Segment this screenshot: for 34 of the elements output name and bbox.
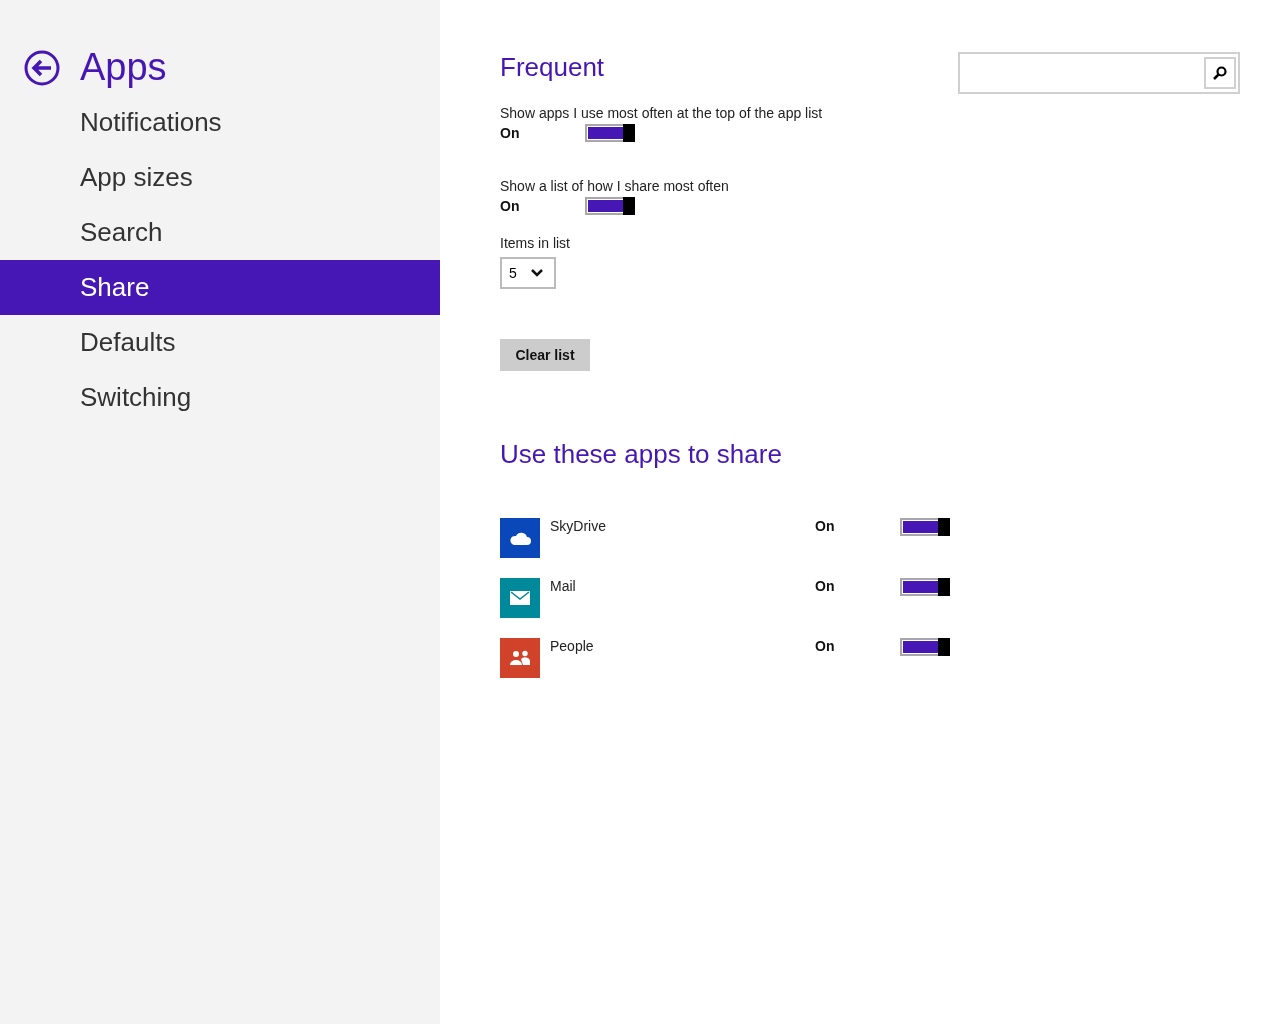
setting-label: Items in list [500,235,571,251]
toggle-switch[interactable] [900,578,950,596]
nav-item[interactable]: App sizes [0,150,440,205]
app-name: SkyDrive [550,518,607,534]
setting-label: Show a list of how I share most often [500,178,730,194]
toggle-switch[interactable] [900,638,950,656]
cloud-icon [508,530,532,546]
clear-list-button[interactable]: Clear list [500,339,590,371]
envelope-icon [510,591,530,605]
app-name: People [550,638,595,654]
nav-item[interactable]: Switching [0,370,440,425]
search-icon [1213,66,1227,80]
section-heading: Use these apps to share [500,439,783,470]
nav-item[interactable]: Notifications [0,95,440,150]
page-title: Apps [80,46,167,89]
setting-label: Show apps I use most often at the top of the app list [500,105,824,121]
state-text: On [815,578,836,594]
toggle-switch[interactable] [585,197,635,215]
state-text: On [815,638,836,654]
state-text: On [500,125,521,141]
search-button[interactable] [1204,57,1236,89]
section-heading: Frequent [500,52,606,83]
nav-item[interactable]: Defaults [0,315,440,370]
people-icon [509,650,531,666]
state-text: On [500,198,521,214]
search-field[interactable] [958,52,1240,94]
chevron-down-icon [530,269,543,277]
nav-item[interactable]: Search [0,205,440,260]
app-name: Mail [550,578,577,594]
items-dropdown[interactable]: 5 [500,257,556,289]
toggle-switch[interactable] [585,124,635,142]
nav-item[interactable]: Share [0,260,440,315]
state-text: On [815,518,836,534]
toggle-switch[interactable] [900,518,950,536]
